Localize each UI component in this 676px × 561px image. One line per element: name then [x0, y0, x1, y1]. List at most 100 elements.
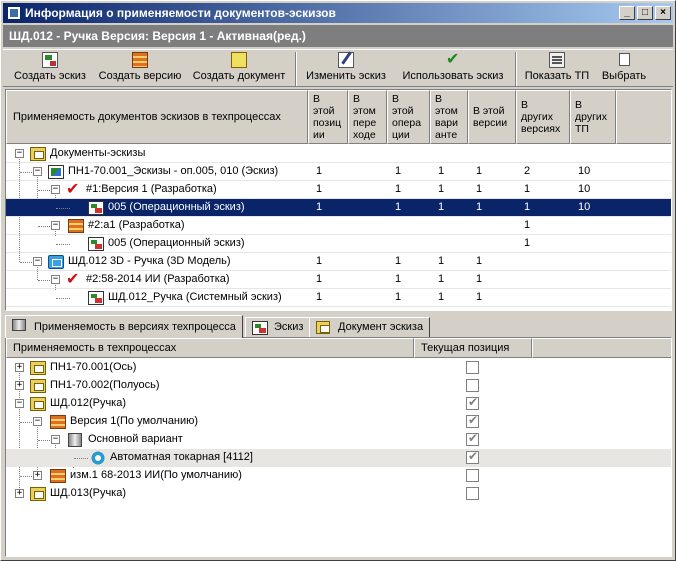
picture-sketch-icon: [48, 165, 64, 179]
table-row[interactable]: − ШД.012 3D - Ручка (3D Модель) 1 1 1 1: [6, 253, 671, 271]
tree-line: [20, 422, 32, 423]
applicability-icon: [12, 319, 26, 331]
select-button[interactable]: Выбрать: [599, 52, 649, 86]
column-header-empty: [532, 338, 671, 358]
tab-sketch[interactable]: Эскиз: [245, 317, 311, 337]
tab-sketch-document[interactable]: Документ эскиза: [309, 317, 431, 337]
list-item[interactable]: + ПН1-70.002(Полуось): [6, 377, 671, 395]
current-position-checkbox[interactable]: [466, 487, 479, 500]
upper-grid-header: Применяемость документов эскизов в техпр…: [6, 90, 671, 144]
column-header-transition[interactable]: В этом пере ходе: [348, 90, 387, 144]
collapse-toggle[interactable]: −: [51, 435, 60, 444]
cell-other-versions: 2: [524, 165, 531, 177]
cell-operation: 1: [395, 291, 402, 303]
list-item-highlighted[interactable]: Автоматная токарная [4112]: [6, 449, 671, 467]
create-sketch-icon: [42, 52, 58, 68]
tree-line: [20, 172, 32, 173]
column-header-applicability[interactable]: Применяемость документов эскизов в техпр…: [6, 90, 308, 144]
column-header-variant[interactable]: В этом вари анте: [430, 90, 468, 144]
column-header-operation[interactable]: В этой опера ции: [387, 90, 430, 144]
column-header-text: Применяемость документов эскизов в техпр…: [13, 111, 281, 123]
expand-toggle[interactable]: +: [15, 363, 24, 372]
create-version-label: Создать версию: [98, 70, 182, 82]
table-row-selected[interactable]: 005 (Операционный эскиз) 1 1 1 1 1 10: [6, 199, 671, 217]
collapse-toggle[interactable]: −: [15, 399, 24, 408]
header-line: этой: [392, 105, 414, 117]
techprocess-icon: [30, 379, 46, 393]
table-row[interactable]: − ПН1-70.001_Эскизы - оп.005, 010 (Эскиз…: [6, 163, 671, 181]
expand-toggle[interactable]: +: [33, 471, 42, 480]
header-line: других: [521, 111, 554, 123]
operation-sketch-icon: [88, 201, 104, 215]
column-header-version[interactable]: В этой версии: [468, 90, 516, 144]
cell-version: 1: [476, 273, 483, 285]
create-sketch-button[interactable]: Создать эскиз: [9, 52, 91, 86]
collapse-toggle[interactable]: −: [51, 185, 60, 194]
show-tp-button[interactable]: Показать ТП: [519, 52, 595, 86]
maximize-button[interactable]: □: [637, 6, 653, 20]
expand-toggle[interactable]: +: [15, 381, 24, 390]
close-button[interactable]: ×: [655, 6, 671, 20]
expand-toggle[interactable]: +: [15, 489, 24, 498]
table-row[interactable]: − #1:Версия 1 (Разработка) 1 1 1 1 1 10: [6, 179, 671, 199]
cell-version: 1: [476, 291, 483, 303]
list-item[interactable]: − ШД.012(Ручка): [6, 395, 671, 413]
tab-strip: Применяемость в версиях техпроцесса Эски…: [5, 315, 672, 338]
column-header-other-versions[interactable]: В других версиях: [516, 90, 570, 144]
current-position-checkbox[interactable]: [466, 469, 479, 482]
current-position-checkbox[interactable]: [466, 379, 479, 392]
column-header-applicability-tp[interactable]: Применяемость в техпроцессах: [6, 338, 414, 358]
create-document-button[interactable]: Создать документ: [189, 52, 289, 86]
edit-sketch-button[interactable]: Изменить эскиз: [301, 52, 391, 86]
collapse-toggle[interactable]: −: [33, 257, 42, 266]
tree-line: [56, 244, 70, 245]
table-row[interactable]: ШД.012_Ручка (Системный эскиз) 1 1 1 1: [6, 289, 671, 307]
window-title: Информация о применяемости документов-эс…: [25, 6, 336, 20]
tab-label: Эскиз: [274, 321, 304, 333]
list-item[interactable]: + изм.1 68-2013 ИИ(По умолчанию): [6, 467, 671, 485]
use-sketch-button[interactable]: Использовать эскиз: [395, 49, 511, 86]
table-row[interactable]: − #2:a1 (Разработка) 1: [6, 217, 671, 235]
table-row[interactable]: − #2:58-2014 ИИ (Разработка) 1 1 1 1: [6, 269, 671, 289]
row-label: Автоматная токарная [4112]: [110, 451, 253, 463]
current-position-checkbox[interactable]: [466, 449, 479, 464]
collapse-toggle[interactable]: −: [33, 167, 42, 176]
operation-sketch-icon: [88, 237, 104, 251]
collapse-toggle[interactable]: −: [51, 221, 60, 230]
cell-operation: 1: [395, 183, 402, 195]
app-icon: [7, 6, 21, 20]
column-header-other-tp[interactable]: В других ТП: [570, 90, 616, 144]
tab-applicability[interactable]: Применяемость в версиях техпроцесса: [5, 315, 243, 338]
current-position-checkbox[interactable]: [466, 413, 479, 428]
column-header-current-position[interactable]: Текущая позиция: [414, 338, 532, 358]
collapse-toggle[interactable]: −: [51, 275, 60, 284]
table-row[interactable]: − Документы-эскизы: [6, 145, 671, 163]
list-item[interactable]: − Версия 1(По умолчанию): [6, 413, 671, 431]
cell-variant: 1: [438, 165, 445, 177]
current-position-checkbox[interactable]: [466, 361, 479, 374]
system-sketch-icon: [88, 291, 104, 305]
current-position-checkbox[interactable]: [466, 431, 479, 446]
list-item[interactable]: − Основной вариант: [6, 431, 671, 449]
tree-line: [74, 458, 88, 459]
collapse-toggle[interactable]: −: [15, 149, 24, 158]
list-item[interactable]: + ПН1-70.001(Ось): [6, 359, 671, 377]
tree-line: [38, 190, 50, 191]
toolbar: Создать эскиз Создать версию Создать док…: [3, 49, 673, 87]
cell-operation: 1: [395, 165, 402, 177]
create-version-button[interactable]: Создать версию: [95, 52, 185, 86]
list-item[interactable]: + ШД.013(Ручка): [6, 485, 671, 503]
cell-variant: 1: [438, 273, 445, 285]
header-line: В: [575, 99, 583, 111]
column-header-position[interactable]: В этой позиц ии: [308, 90, 348, 144]
title-bar[interactable]: Информация о применяемости документов-эс…: [3, 3, 673, 23]
operation-icon: [90, 451, 106, 465]
minimize-button[interactable]: _: [619, 6, 635, 20]
table-row[interactable]: 005 (Операционный эскиз) 1: [6, 235, 671, 253]
collapse-toggle[interactable]: −: [33, 417, 42, 426]
cell-other-versions: 1: [524, 183, 531, 195]
version-icon: [50, 469, 66, 483]
current-position-checkbox[interactable]: [466, 395, 479, 410]
header-line: ии: [313, 129, 325, 141]
header-line: ходе: [353, 129, 376, 141]
